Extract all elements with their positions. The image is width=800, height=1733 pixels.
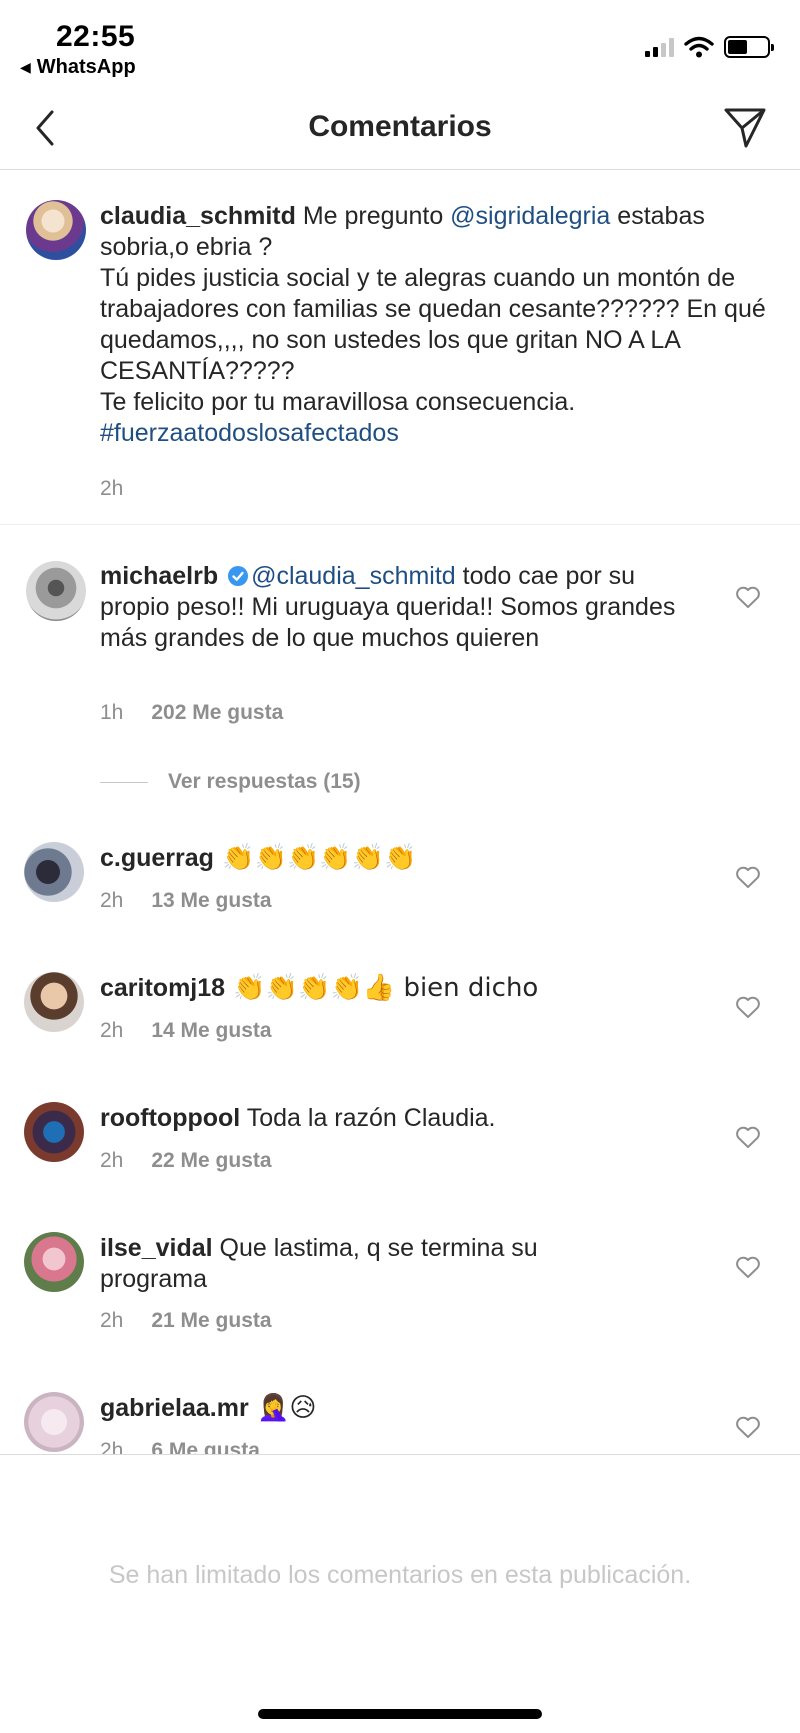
reply-meta: 2h 13 Me gusta — [100, 889, 272, 913]
avatar[interactable] — [24, 1232, 84, 1292]
comment-meta: 1h 202 Me gusta — [100, 701, 283, 725]
wifi-icon — [684, 36, 714, 58]
like-count[interactable]: 202 Me gusta — [151, 701, 283, 725]
like-heart-icon[interactable] — [735, 585, 761, 609]
timestamp: 2h — [100, 889, 124, 912]
avatar[interactable] — [24, 1392, 84, 1452]
comments-limited-footer: Se han limitado los comentarios en esta … — [0, 1454, 800, 1733]
reply-item: rooftoppool Toda la razón Claudia. 2h 22… — [0, 1085, 800, 1205]
battery-icon — [724, 36, 774, 58]
reply-item: caritomj18 👏👏👏👏👍 bien dicho 2h 14 Me gus… — [0, 955, 800, 1075]
like-heart-icon[interactable] — [735, 1125, 761, 1149]
timestamp: 2h — [100, 1309, 124, 1332]
reply-text: caritomj18 👏👏👏👏👍 bien dicho — [100, 973, 539, 1003]
like-heart-icon[interactable] — [735, 1415, 761, 1439]
comment-item: michaelrb @claudia_schmitd todo cae por … — [0, 525, 800, 755]
timestamp: 2h — [100, 477, 124, 500]
verified-badge-icon — [228, 566, 249, 586]
reply-meta: 2h 14 Me gusta — [100, 1019, 272, 1043]
status-bar: 22:55 ◀ WhatsApp — [0, 0, 800, 88]
reply-item: c.guerrag 👏👏👏👏👏👏 2h 13 Me gusta — [0, 825, 800, 945]
like-count[interactable]: 21 Me gusta — [151, 1309, 271, 1333]
caption-text: claudia_schmitd Me pregunto @sigridalegr… — [100, 202, 766, 447]
direct-message-icon[interactable] — [720, 104, 770, 152]
reply-username[interactable]: rooftoppool — [100, 1104, 240, 1132]
caption-username[interactable]: claudia_schmitd — [100, 202, 296, 230]
mention-link[interactable]: @claudia_schmitd — [251, 562, 456, 590]
caption-closing: Te felicito por tu maravillosa consecuen… — [100, 388, 576, 416]
like-heart-icon[interactable] — [735, 865, 761, 889]
reply-text: c.guerrag 👏👏👏👏👏👏 — [100, 843, 417, 873]
reply-username[interactable]: gabrielaa.mr — [100, 1394, 249, 1422]
avatar[interactable] — [24, 842, 84, 902]
reply-item: ilse_vidal Que lastima, q se termina su … — [0, 1215, 800, 1365]
home-indicator[interactable] — [258, 1709, 542, 1719]
reply-username[interactable]: ilse_vidal — [100, 1234, 213, 1262]
like-heart-icon[interactable] — [735, 995, 761, 1019]
like-count[interactable]: 22 Me gusta — [151, 1149, 271, 1173]
back-triangle-icon: ◀ — [20, 59, 31, 75]
hashtag-link[interactable]: #fuerzaatodoslosafectados — [100, 419, 399, 447]
avatar[interactable] — [24, 972, 84, 1032]
view-replies-button[interactable]: Ver respuestas (15) — [100, 770, 361, 794]
cellular-signal-icon — [645, 37, 674, 57]
avatar[interactable] — [26, 200, 86, 260]
reply-text: rooftoppool Toda la razón Claudia. — [100, 1104, 496, 1132]
divider — [100, 781, 148, 783]
caption-body: Tú pides justicia social y te alegras cu… — [100, 264, 766, 385]
clock: 22:55 — [56, 20, 136, 53]
reply-text: ilse_vidal Que lastima, q se termina su … — [100, 1234, 538, 1293]
avatar[interactable] — [24, 1102, 84, 1162]
reply-username[interactable]: c.guerrag — [100, 844, 214, 872]
back-to-app-link[interactable]: ◀ WhatsApp — [20, 56, 136, 79]
reply-meta: 2h 22 Me gusta — [100, 1149, 272, 1173]
reply-meta: 2h 21 Me gusta — [100, 1309, 272, 1333]
mention-link[interactable]: @sigridalegria — [450, 202, 610, 230]
system-icons — [645, 36, 774, 58]
timestamp: 2h — [100, 1019, 124, 1042]
avatar[interactable] — [26, 561, 86, 621]
reply-text: gabrielaa.mr 🤦‍♀️😥 — [100, 1393, 317, 1423]
like-count[interactable]: 14 Me gusta — [151, 1019, 271, 1043]
back-app-label: WhatsApp — [36, 56, 136, 78]
comment-username[interactable]: michaelrb — [100, 562, 218, 590]
timestamp: 2h — [100, 1149, 124, 1172]
timestamp: 1h — [100, 701, 124, 724]
caption-meta: 2h — [100, 477, 123, 501]
view-replies-label: Ver respuestas (15) — [168, 770, 361, 793]
comments-header: Comentarios — [0, 88, 800, 170]
like-heart-icon[interactable] — [735, 1255, 761, 1279]
comments-limited-notice: Se han limitado los comentarios en esta … — [108, 1561, 692, 1589]
reply-username[interactable]: caritomj18 — [100, 974, 225, 1002]
like-count[interactable]: 13 Me gusta — [151, 889, 271, 913]
page-title: Comentarios — [308, 110, 492, 143]
caption-comment: claudia_schmitd Me pregunto @sigridalegr… — [0, 170, 800, 525]
comment-text: michaelrb @claudia_schmitd todo cae por … — [100, 562, 676, 652]
